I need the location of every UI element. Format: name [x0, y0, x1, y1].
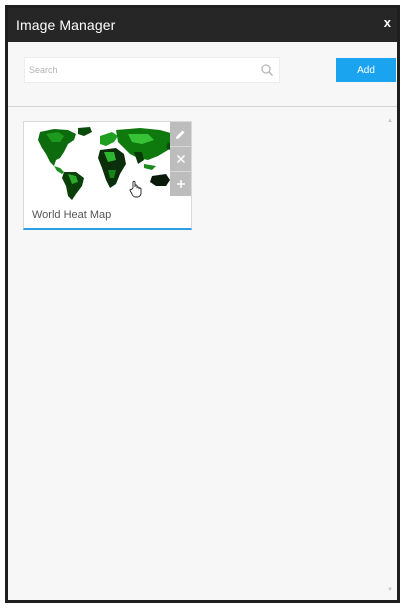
image-manager-dialog: Image Manager x Add: [5, 5, 400, 603]
plus-icon: [176, 180, 185, 188]
scrollbar[interactable]: ▲ ▼: [386, 117, 394, 594]
scroll-up-arrow-icon[interactable]: ▲: [386, 117, 394, 125]
search-icon[interactable]: [260, 63, 274, 77]
close-button[interactable]: x: [384, 15, 391, 30]
world-map-image: [38, 127, 176, 200]
scroll-down-arrow-icon[interactable]: ▼: [386, 586, 394, 594]
title-bar: Image Manager x: [8, 8, 397, 42]
pencil-icon: [176, 130, 185, 139]
card-actions: [170, 122, 191, 196]
hand-pointer-icon: [129, 180, 142, 198]
search-input[interactable]: [25, 58, 257, 82]
image-card[interactable]: World Heat Map: [23, 121, 192, 230]
x-icon: [176, 154, 185, 164]
insert-button[interactable]: [170, 172, 191, 196]
add-button[interactable]: Add: [336, 58, 396, 82]
search-box: [24, 57, 280, 83]
edit-button[interactable]: [170, 122, 191, 146]
image-title: World Heat Map: [32, 209, 112, 221]
toolbar: Add: [8, 42, 397, 107]
dialog-title: Image Manager: [16, 17, 116, 33]
image-thumbnail[interactable]: [24, 122, 191, 204]
remove-button[interactable]: [170, 147, 191, 171]
image-list: World Heat Map ▲ ▼: [8, 107, 397, 600]
